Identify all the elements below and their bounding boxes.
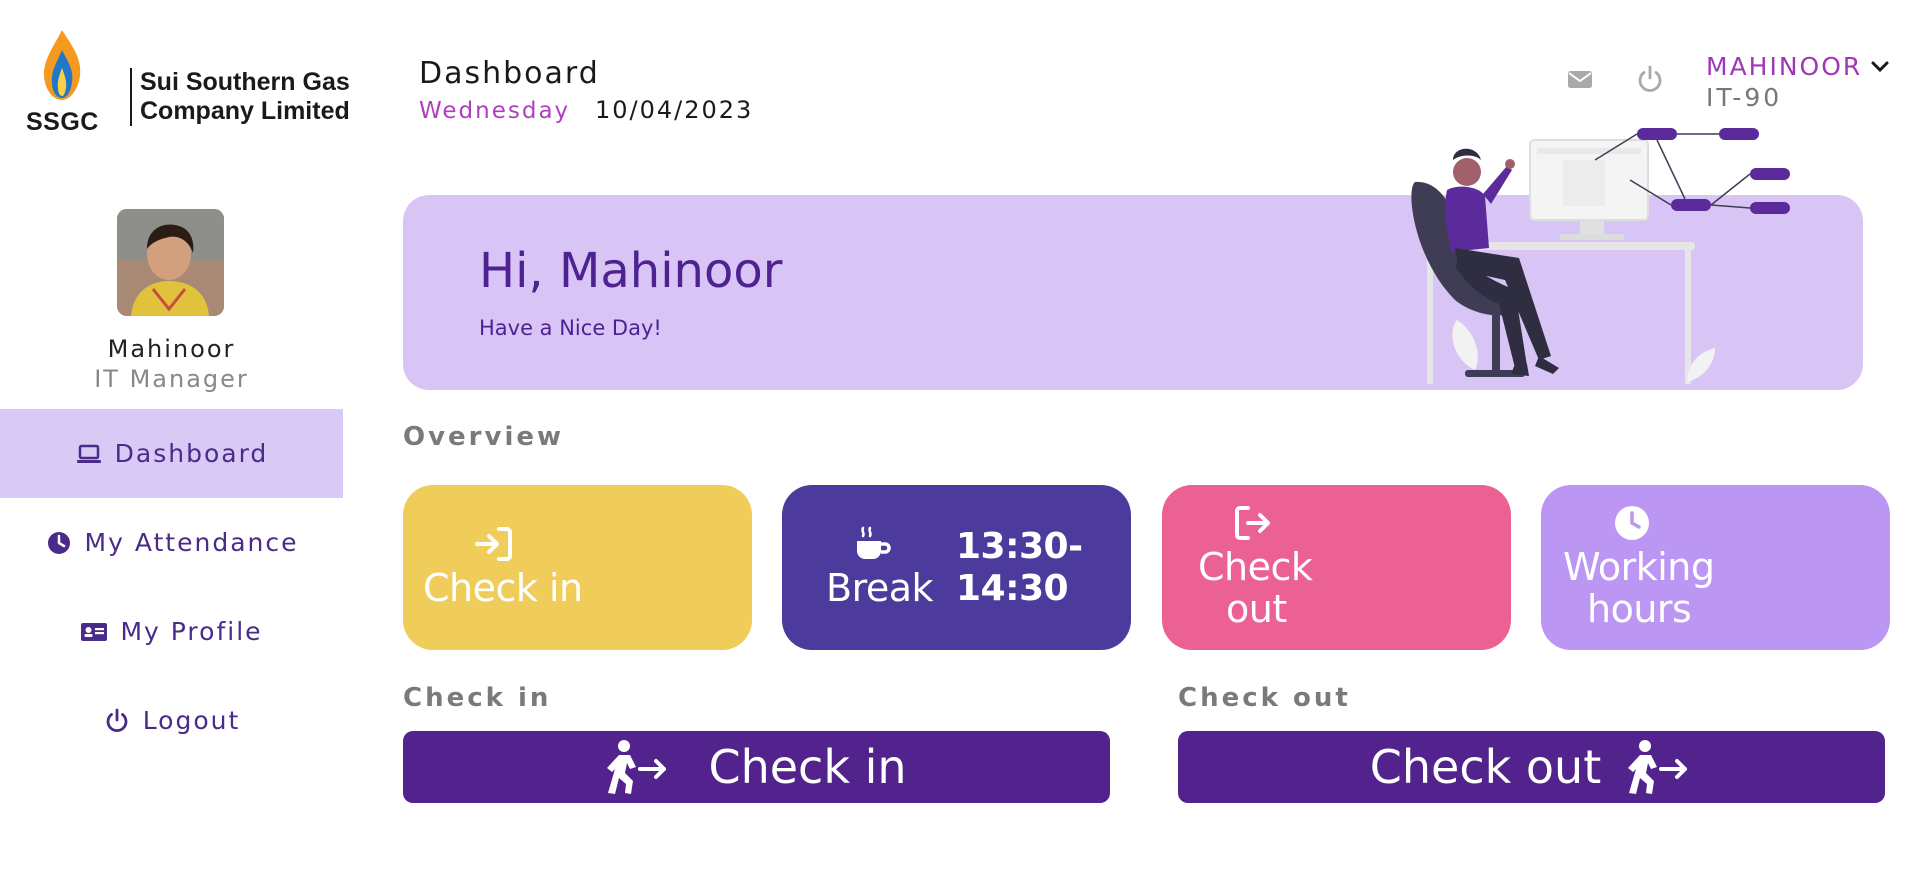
sidebar-item-my-attendance[interactable]: My Attendance	[0, 498, 343, 587]
profile-role: IT Manager	[94, 365, 249, 393]
sidebar-item-label: Dashboard	[114, 439, 269, 468]
sidebar-item-label: My Profile	[120, 617, 263, 646]
greeting-subtitle: Have a Nice Day!	[479, 316, 662, 340]
mail-icon[interactable]	[1565, 64, 1595, 94]
person-walking-arrow-icon	[1628, 740, 1688, 794]
checkout-section-heading: Check out	[1178, 683, 1351, 713]
break-time-start: 13:30-	[956, 526, 1083, 567]
sidebar-item-label: Logout	[142, 706, 241, 735]
working-hours-card[interactable]: Working hours	[1541, 485, 1890, 650]
sign-in-icon	[475, 527, 512, 561]
sidebar-item-logout[interactable]: Logout	[0, 676, 343, 765]
checkin-card[interactable]: Check in	[403, 485, 752, 650]
sidebar-nav: Dashboard My Attendance My Profile Logou…	[0, 409, 343, 765]
checkout-button[interactable]: Check out	[1178, 731, 1885, 803]
avatar-photo	[117, 209, 224, 316]
profile-name: Mahinoor	[107, 335, 236, 363]
sidebar-item-label: My Attendance	[84, 528, 299, 557]
laptop-icon	[76, 444, 101, 463]
checkin-button-label: Check in	[708, 740, 907, 794]
avatar[interactable]	[117, 209, 224, 316]
logo-company-name: Sui Southern Gas Company Limited	[140, 68, 350, 126]
header-date: 10/04/2023	[595, 96, 754, 124]
checkin-section-heading: Check in	[403, 683, 552, 713]
header-user-code: IT-90	[1706, 83, 1783, 112]
break-card[interactable]: Break 13:30- 14:30	[782, 485, 1131, 650]
logo-name-line-2: Company Limited	[140, 97, 350, 125]
flame-logo-icon	[43, 30, 81, 100]
clock-icon	[1615, 506, 1649, 540]
card-label-line-1: Check	[1198, 545, 1313, 589]
break-time-end: 14:30	[956, 568, 1069, 609]
card-label: Check in	[423, 566, 583, 610]
greeting-title: Hi, Mahinoor	[479, 243, 783, 299]
power-icon[interactable]	[1635, 64, 1665, 94]
sidebar-item-my-profile[interactable]: My Profile	[0, 587, 343, 676]
person-walking-arrow-icon	[607, 740, 667, 794]
user-menu-dropdown[interactable]: MAHINOOR	[1706, 52, 1890, 81]
page-title: Dashboard	[419, 56, 600, 91]
card-label-line-2: out	[1226, 587, 1287, 631]
coffee-icon	[857, 526, 891, 559]
checkin-button[interactable]: Check in	[403, 731, 1110, 803]
logo-name-line-1: Sui Southern Gas	[140, 68, 350, 96]
checkout-card[interactable]: Check out	[1162, 485, 1511, 650]
overview-heading: Overview	[403, 422, 565, 452]
sidebar-item-dashboard[interactable]: Dashboard	[0, 409, 343, 498]
logo-abbreviation: SSGC	[26, 108, 99, 136]
clock-icon	[47, 531, 70, 554]
header-username: MAHINOOR	[1706, 52, 1863, 81]
working-woman-illustration	[1411, 128, 1790, 384]
card-label-line-2: hours	[1587, 587, 1692, 631]
sidebar: SSGC Sui Southern Gas Company Limited Ma…	[0, 0, 350, 873]
power-icon	[106, 708, 128, 732]
id-card-icon	[81, 622, 108, 641]
checkout-button-label: Check out	[1369, 740, 1602, 794]
card-label: Break	[826, 566, 934, 610]
chevron-down-icon	[1871, 61, 1889, 72]
sign-out-icon	[1235, 506, 1270, 540]
header-day: Wednesday	[419, 98, 571, 124]
logo-divider	[130, 68, 132, 126]
card-label-line-1: Working	[1563, 545, 1715, 589]
